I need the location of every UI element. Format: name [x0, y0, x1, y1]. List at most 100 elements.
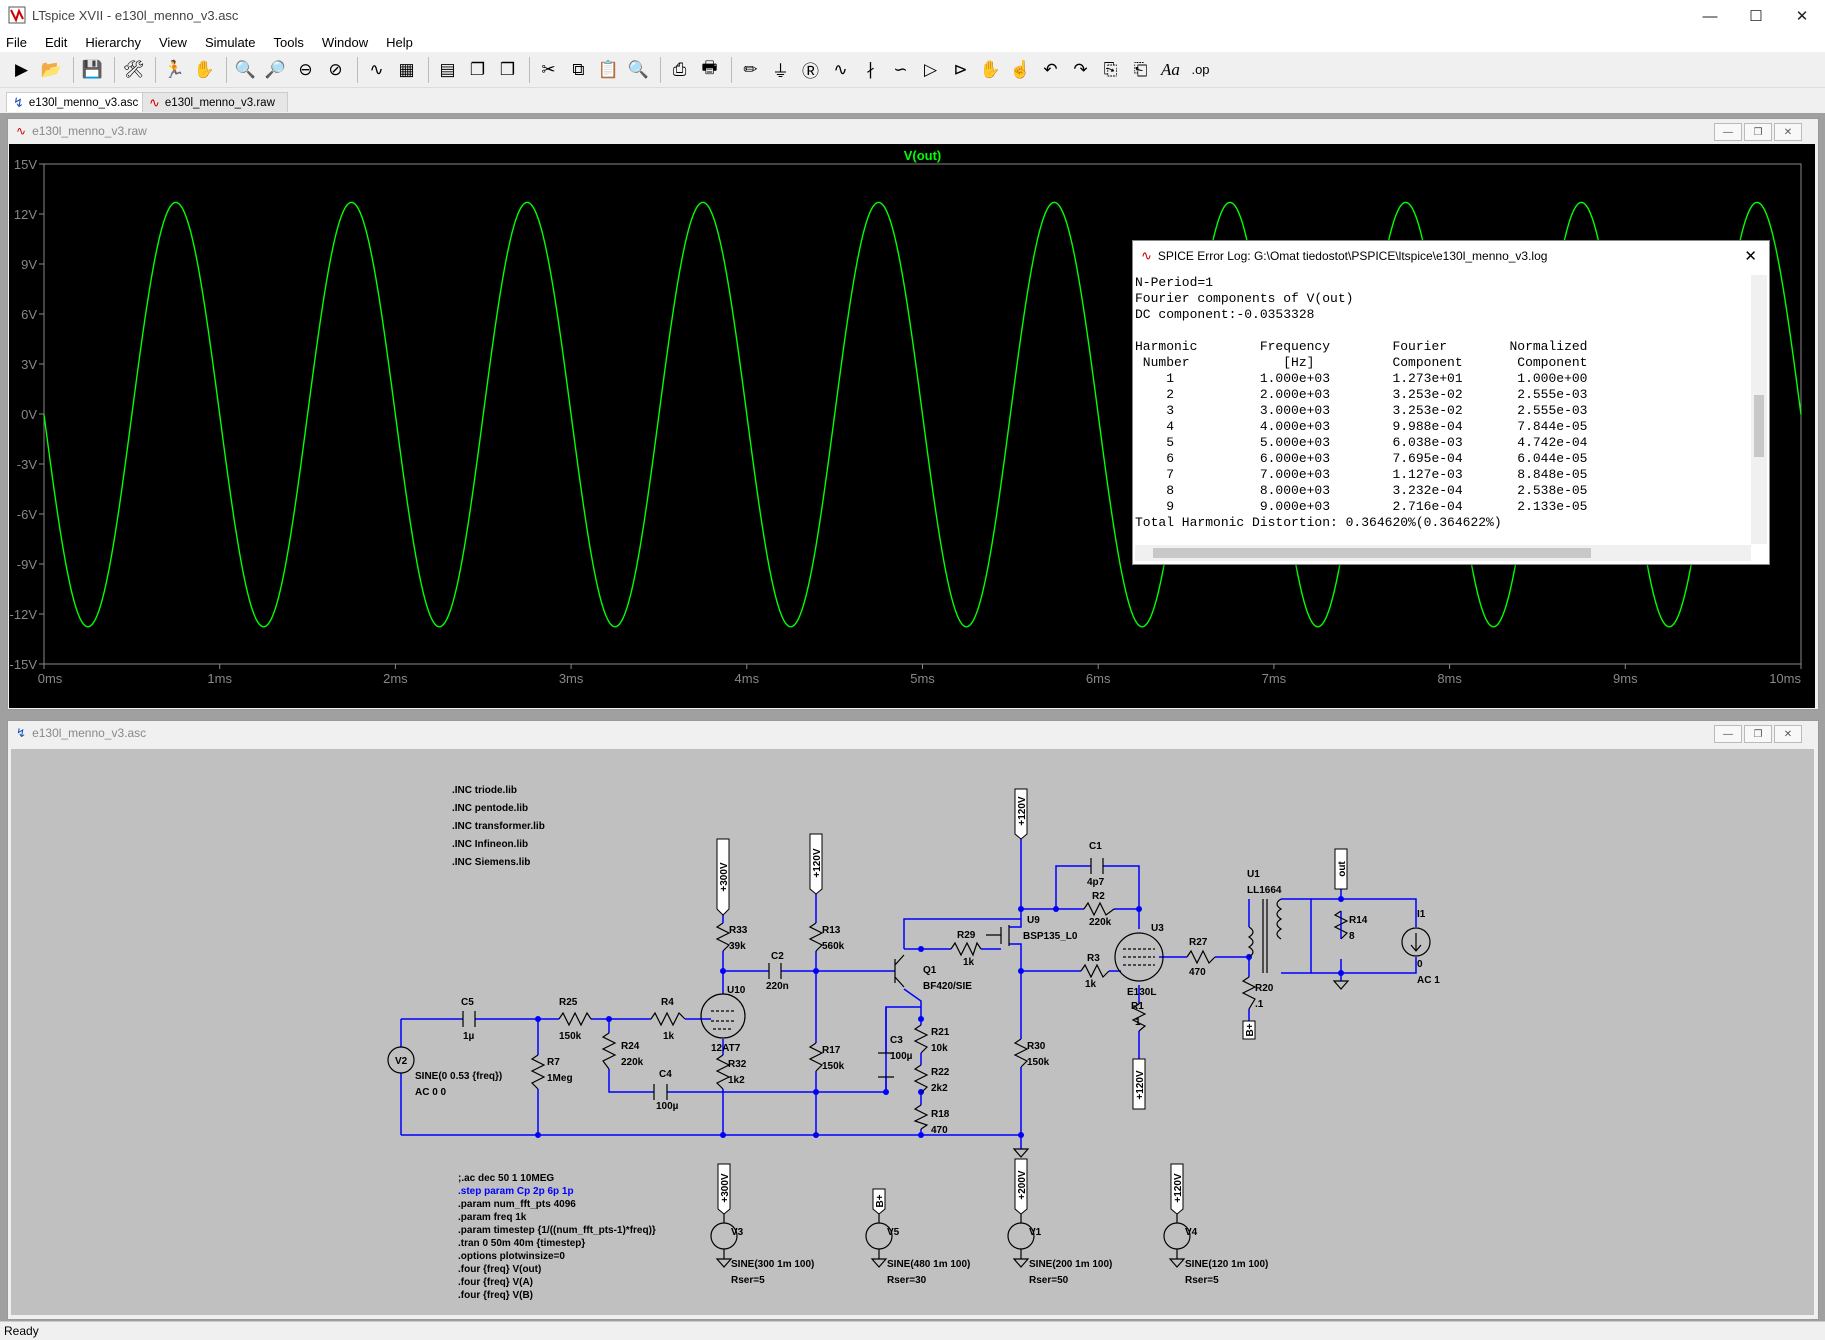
tab-label: e130l_menno_v3.raw	[164, 96, 275, 109]
flag-bplus: B+	[1245, 1023, 1256, 1036]
redo-icon[interactable]: ↷	[1067, 56, 1094, 83]
open-folder-icon[interactable]: 📂	[38, 56, 65, 83]
vscroll-thumb[interactable]	[1754, 395, 1764, 457]
label-c5-value: 1µ	[463, 1031, 475, 1042]
tab-schematic[interactable]: ↯ e130l_menno_v3.asc	[6, 92, 150, 112]
y-tick-label: 0V	[21, 407, 37, 422]
menu-help[interactable]: Help	[377, 35, 422, 50]
spice-log-hscrollbar[interactable]	[1135, 545, 1751, 561]
label-v4: V4	[1185, 1227, 1198, 1238]
tab-waveform[interactable]: ∿ e130l_menno_v3.raw	[142, 92, 288, 112]
plot-close-button[interactable]: ✕	[1774, 123, 1802, 141]
label-r21-value: 10k	[931, 1043, 948, 1054]
grid-icon[interactable]: ▦	[393, 56, 420, 83]
autorange-icon[interactable]: ∿	[363, 56, 390, 83]
label-c2-value: 220n	[766, 981, 789, 992]
find-icon[interactable]: 🔍	[625, 56, 652, 83]
copy-icon[interactable]: ⧉	[565, 56, 592, 83]
cut-icon[interactable]: ✂	[535, 56, 562, 83]
plot-restore-button[interactable]: ❐	[1744, 123, 1772, 141]
menu-tools[interactable]: Tools	[265, 35, 313, 50]
save-icon[interactable]: 💾	[79, 56, 106, 83]
hscroll-thumb[interactable]	[1153, 548, 1591, 558]
print-icon[interactable]: 🖶	[696, 56, 723, 83]
rotate-icon[interactable]: ⎘	[1097, 56, 1124, 83]
label-r7: R7	[547, 1057, 560, 1068]
label-r24-value: 220k	[621, 1057, 644, 1068]
drag-hand-icon[interactable]: ☝	[1007, 56, 1034, 83]
plot-minimize-button[interactable]: —	[1714, 123, 1742, 141]
tile-horizontal-icon[interactable]: ▤	[434, 56, 461, 83]
run-man-icon[interactable]: 🏃	[161, 56, 188, 83]
label-i1-value: 0	[1417, 959, 1423, 970]
label-u1-model: LL1664	[1247, 885, 1282, 896]
label-r30-value: 150k	[1027, 1057, 1050, 1068]
zoom-out-icon[interactable]: ⊖	[292, 56, 319, 83]
pan-icon[interactable]: 🔎	[262, 56, 289, 83]
label-r25-value: 150k	[559, 1031, 582, 1042]
menu-file[interactable]: File	[0, 35, 36, 50]
spice-log-vscrollbar[interactable]	[1751, 275, 1767, 544]
label-r27-value: 470	[1189, 967, 1206, 978]
component-icon[interactable]: ⊳	[947, 56, 974, 83]
zoom-in-icon[interactable]: 🔍	[232, 56, 259, 83]
schematic-canvas[interactable]: +300V +120V +120V +120V out B+ +300V B+ …	[11, 749, 1814, 1315]
include-directive: .INC Infineon.lib	[452, 839, 528, 850]
close-all-icon[interactable]: ❒	[494, 56, 521, 83]
menu-view[interactable]: View	[150, 35, 196, 50]
label-r13-value: 560k	[822, 941, 845, 952]
menu-simulate[interactable]: Simulate	[196, 35, 265, 50]
menu-edit[interactable]: Edit	[36, 35, 76, 50]
diode-icon[interactable]: ▷	[917, 56, 944, 83]
y-tick-label: 6V	[21, 307, 37, 322]
move-hand-icon[interactable]: ✋	[977, 56, 1004, 83]
flag-bplus-supply: B+	[875, 1194, 886, 1207]
minimize-button[interactable]: —	[1687, 0, 1733, 32]
close-button[interactable]: ✕	[1779, 0, 1825, 32]
label-net-icon[interactable]: Ⓡ	[797, 56, 824, 83]
capacitor-icon[interactable]: ∤	[857, 56, 884, 83]
label-r33: R33	[729, 925, 748, 936]
ground-icon[interactable]: ⏚	[767, 56, 794, 83]
x-tick-label: 5ms	[910, 671, 935, 686]
schematic-window: ↯ e130l_menno_v3.asc — ❐ ✕ +300V +120V +…	[7, 720, 1819, 1320]
zoom-fit-icon[interactable]: ⊘	[322, 56, 349, 83]
component-labels: C5 1µ R25 150k R4 1k R24 220k R7 1Meg C4…	[395, 841, 1440, 1286]
spice-directive-icon[interactable]: .op	[1187, 56, 1214, 83]
draw-wire-icon[interactable]: ✏	[737, 56, 764, 83]
cascade-icon[interactable]: ❐	[464, 56, 491, 83]
label-u3: U3	[1151, 923, 1164, 934]
run-icon[interactable]: ▶	[8, 56, 35, 83]
control-panel-icon[interactable]: 🛠	[120, 56, 147, 83]
spice-log-close-icon[interactable]: ✕	[1744, 247, 1757, 265]
menu-bar: File Edit Hierarchy View Simulate Tools …	[0, 32, 1825, 52]
print-setup-icon[interactable]: ⎙	[666, 56, 693, 83]
label-r3-value: 1k	[1085, 979, 1097, 990]
label-v3-rser: Rser=5	[731, 1275, 765, 1286]
menu-window[interactable]: Window	[313, 35, 377, 50]
undo-icon[interactable]: ↶	[1037, 56, 1064, 83]
label-v2-spec: SINE(0 0.53 {freq})	[415, 1071, 502, 1082]
label-v1-spec: SINE(200 1m 100)	[1029, 1259, 1112, 1270]
paste-icon[interactable]: 📋	[595, 56, 622, 83]
schematic-close-button[interactable]: ✕	[1774, 725, 1802, 743]
label-c3: C3	[890, 1035, 903, 1046]
schematic-restore-button[interactable]: ❐	[1744, 725, 1772, 743]
maximize-button[interactable]: ☐	[1733, 0, 1779, 32]
text-icon[interactable]: Aa	[1157, 56, 1184, 83]
label-r4-value: 1k	[663, 1031, 675, 1042]
x-tick-label: 9ms	[1613, 671, 1638, 686]
spice-directives: ;.ac dec 50 1 10MEG .step param Cp 2p 6p …	[458, 1173, 656, 1301]
menu-hierarchy[interactable]: Hierarchy	[76, 35, 150, 50]
mirror-icon[interactable]: ⎗	[1127, 56, 1154, 83]
resistor-icon[interactable]: ∿	[827, 56, 854, 83]
inductor-icon[interactable]: ∽	[887, 56, 914, 83]
schematic-minimize-button[interactable]: —	[1714, 725, 1742, 743]
spice-error-log-window: ∿ SPICE Error Log: G:\Omat tiedostot\PSP…	[1132, 240, 1770, 565]
x-tick-label: 6ms	[1086, 671, 1111, 686]
schematic-window-titlebar: ↯ e130l_menno_v3.asc	[8, 721, 1818, 745]
title-bar: LTspice XVII - e130l_menno_v3.asc — ☐ ✕	[0, 0, 1825, 32]
spice-log-content[interactable]: N-Period=1 Fourier components of V(out) …	[1135, 275, 1749, 544]
halt-hand-icon[interactable]: ✋	[191, 56, 218, 83]
toolbar-separator	[428, 56, 429, 83]
